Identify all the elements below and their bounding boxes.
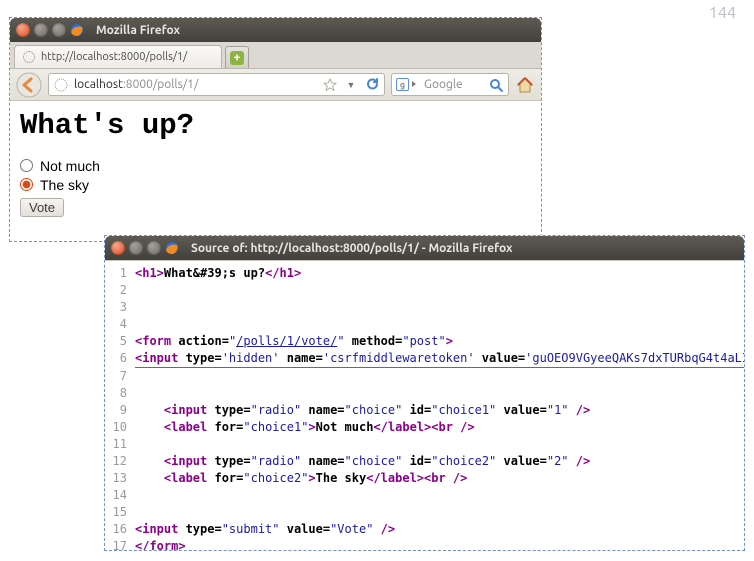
browser-titlebar[interactable]: Mozilla Firefox bbox=[10, 18, 541, 42]
minimize-icon[interactable] bbox=[129, 241, 143, 255]
close-icon[interactable] bbox=[16, 23, 30, 37]
back-button[interactable] bbox=[16, 72, 42, 98]
line-number: 12 bbox=[105, 453, 135, 470]
radio-choice-2[interactable] bbox=[20, 178, 33, 191]
line-number: 8 bbox=[105, 385, 135, 402]
line-number: 7 bbox=[105, 368, 135, 385]
url-input[interactable]: localhost:8000/polls/1/ ▼ bbox=[48, 73, 385, 96]
google-icon: g bbox=[396, 78, 409, 91]
plus-icon: + bbox=[230, 51, 244, 65]
line-number: 17 bbox=[105, 538, 135, 550]
new-tab-button[interactable]: + bbox=[225, 46, 249, 68]
browser-window: Mozilla Firefox http://localhost:8000/po… bbox=[9, 17, 542, 242]
tab-active[interactable]: http://localhost:8000/polls/1/ bbox=[14, 45, 222, 68]
url-host: localhost bbox=[74, 78, 123, 91]
choice-2-label: The sky bbox=[40, 177, 89, 193]
source-code[interactable]: 1<h1>What&#39;s up?</h1> 2 3 4 5<form ac… bbox=[105, 260, 744, 550]
line-number: 15 bbox=[105, 504, 135, 521]
line-number: 11 bbox=[105, 436, 135, 453]
poll-option-1: Not much bbox=[20, 156, 531, 175]
line-number: 1 bbox=[105, 265, 135, 282]
site-identity-icon bbox=[53, 77, 69, 93]
radio-choice-1[interactable] bbox=[20, 159, 33, 172]
line-number: 9 bbox=[105, 402, 135, 419]
window-title: Source of: http://localhost:8000/polls/1… bbox=[191, 242, 513, 255]
vote-button[interactable]: Vote bbox=[20, 198, 64, 217]
window-title: Mozilla Firefox bbox=[96, 24, 180, 37]
line-number: 4 bbox=[105, 316, 135, 333]
favicon-placeholder-icon bbox=[23, 51, 35, 63]
line-number: 5 bbox=[105, 333, 135, 350]
firefox-icon bbox=[165, 241, 179, 255]
line-number: 2 bbox=[105, 282, 135, 299]
page-number: 144 bbox=[709, 4, 736, 22]
url-path: :8000/polls/1/ bbox=[123, 78, 199, 91]
search-icon[interactable] bbox=[488, 77, 504, 93]
chevron-down-icon[interactable]: ▼ bbox=[343, 77, 359, 93]
page-content: What's up? Not much The sky Vote bbox=[10, 101, 541, 227]
line-number: 14 bbox=[105, 487, 135, 504]
home-button[interactable] bbox=[515, 75, 535, 95]
tab-label: http://localhost:8000/polls/1/ bbox=[41, 51, 187, 63]
search-placeholder: Google bbox=[424, 78, 483, 91]
line-number: 16 bbox=[105, 521, 135, 538]
choice-1-label: Not much bbox=[40, 158, 100, 174]
line-number: 6 bbox=[105, 350, 135, 368]
line-number: 3 bbox=[105, 299, 135, 316]
search-input[interactable]: g Google bbox=[391, 73, 509, 96]
source-titlebar[interactable]: Source of: http://localhost:8000/polls/1… bbox=[105, 236, 744, 260]
tab-strip: http://localhost:8000/polls/1/ + bbox=[10, 42, 541, 69]
line-number: 13 bbox=[105, 470, 135, 487]
poll-heading: What's up? bbox=[20, 109, 531, 142]
line-number: 10 bbox=[105, 419, 135, 436]
maximize-icon[interactable] bbox=[52, 23, 66, 37]
navigation-toolbar: localhost:8000/polls/1/ ▼ g Google bbox=[10, 69, 541, 101]
reload-icon[interactable] bbox=[364, 77, 380, 93]
minimize-icon[interactable] bbox=[34, 23, 48, 37]
firefox-icon bbox=[70, 23, 84, 37]
poll-option-2: The sky bbox=[20, 175, 531, 194]
close-icon[interactable] bbox=[111, 241, 125, 255]
maximize-icon[interactable] bbox=[147, 241, 161, 255]
source-window: Source of: http://localhost:8000/polls/1… bbox=[104, 235, 745, 551]
bookmark-star-icon[interactable] bbox=[322, 77, 338, 93]
